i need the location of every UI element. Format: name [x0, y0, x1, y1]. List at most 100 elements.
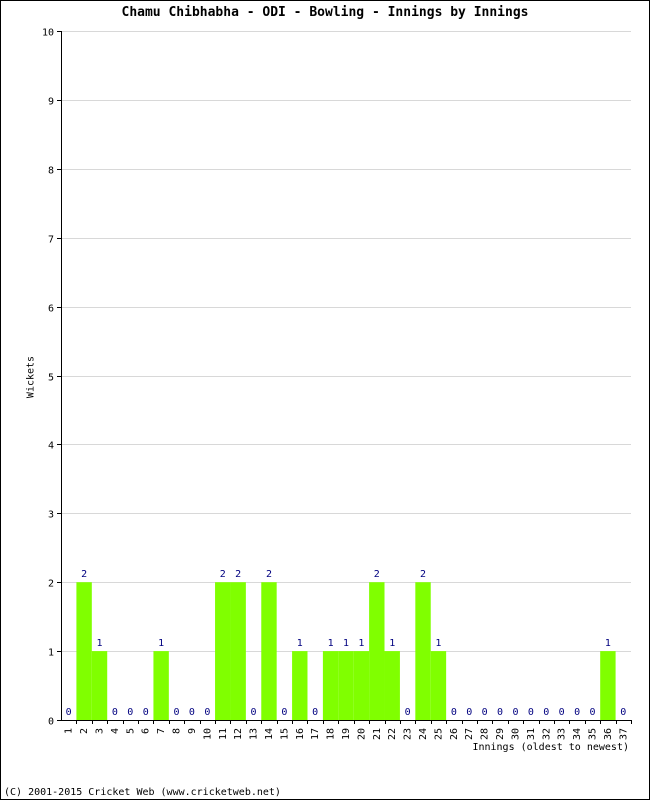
x-tick-label: 3 [95, 728, 106, 734]
bar-innings-12 [230, 582, 246, 720]
y-tick-label: 6 [48, 304, 54, 315]
value-label: 0 [66, 707, 72, 718]
value-label: 0 [543, 707, 549, 718]
bar-innings-16 [292, 651, 308, 720]
copyright-footer: (C) 2001-2015 Cricket Web (www.cricketwe… [4, 787, 281, 798]
x-axis-label: Innings (oldest to newest) [472, 742, 629, 753]
value-label: 2 [220, 569, 226, 580]
x-tick-label: 12 [233, 728, 244, 740]
y-tick-label: 7 [48, 235, 54, 246]
x-tick-label: 8 [172, 728, 183, 734]
value-label: 0 [620, 707, 626, 718]
x-tick-label: 11 [218, 728, 229, 740]
value-label: 0 [512, 707, 518, 718]
value-label: 0 [189, 707, 195, 718]
bar-innings-36 [600, 651, 616, 720]
value-label: 0 [312, 707, 318, 718]
value-label: 0 [405, 707, 411, 718]
value-label: 0 [589, 707, 595, 718]
bar-innings-2 [76, 582, 92, 720]
x-tick-label: 9 [187, 728, 198, 734]
x-tick-label: 6 [141, 728, 152, 734]
x-tick-label: 22 [387, 728, 398, 740]
y-tick-label: 0 [48, 717, 54, 728]
x-tick-label: 1 [64, 728, 75, 734]
x-tick-label: 25 [433, 728, 444, 740]
value-label: 0 [143, 707, 149, 718]
bar-innings-20 [353, 651, 370, 720]
bar-innings-24 [415, 582, 431, 720]
y-tick-label: 10 [42, 28, 54, 39]
bar-innings-18 [322, 651, 339, 720]
value-label: 1 [343, 638, 349, 649]
x-tick-label: 23 [403, 728, 414, 740]
x-tick-label: 37 [618, 728, 629, 740]
x-tick-label: 7 [156, 728, 167, 734]
x-tick-label: 17 [310, 728, 321, 740]
x-tick-label: 15 [279, 728, 290, 740]
value-label: 1 [358, 638, 364, 649]
x-tick-label: 30 [510, 728, 521, 740]
value-label: 1 [96, 638, 102, 649]
x-tick-label: 31 [526, 728, 537, 740]
value-label: 0 [574, 707, 580, 718]
bar-innings-3 [91, 651, 108, 720]
axes [57, 31, 632, 724]
x-tick-label: 33 [557, 728, 568, 740]
value-label: 0 [281, 707, 287, 718]
value-label: 0 [497, 707, 503, 718]
y-tick-label: 5 [48, 373, 54, 384]
value-label: 2 [81, 569, 87, 580]
chart-frame: Chamu Chibhabha - ODI - Bowling - Inning… [0, 0, 650, 800]
value-label: 0 [204, 707, 210, 718]
x-tick-label: 5 [125, 728, 136, 734]
value-label: 2 [235, 569, 241, 580]
bar-innings-7 [153, 651, 169, 720]
y-tick-label: 2 [48, 579, 54, 590]
y-tick-label: 1 [48, 648, 54, 659]
x-tick-labels: 1 2 3 4 5 6 7 8 9 10 11 12 13 14 15 16 17 18 19 20 21 22 23 24 2… [64, 728, 630, 740]
x-tick-label: 29 [495, 728, 506, 740]
value-label: 1 [158, 638, 164, 649]
y-tick-label: 3 [48, 510, 54, 521]
value-label: 0 [466, 707, 472, 718]
bar-innings-14 [261, 582, 277, 720]
value-label: 1 [297, 638, 303, 649]
value-label: 1 [328, 638, 334, 649]
x-tick-label: 19 [341, 728, 352, 740]
x-tick-label: 36 [603, 728, 614, 740]
value-label: 0 [528, 707, 534, 718]
value-label: 1 [435, 638, 441, 649]
x-tick-label: 26 [449, 728, 460, 740]
x-tick-label: 18 [326, 728, 337, 740]
value-label: 0 [559, 707, 565, 718]
value-label: 0 [451, 707, 457, 718]
x-tick-label: 10 [202, 728, 213, 740]
bar-innings-21 [369, 582, 385, 720]
y-tick-label: 9 [48, 97, 54, 108]
value-label: 2 [266, 569, 272, 580]
value-label: 0 [174, 707, 180, 718]
x-tick-label: 34 [572, 728, 583, 740]
bar-innings-19 [338, 651, 354, 720]
x-tick-label: 4 [110, 728, 121, 734]
x-tick-label: 28 [480, 728, 491, 740]
y-tick-labels: 0 1 2 3 4 5 6 7 8 9 10 [42, 28, 54, 728]
x-tick-label: 27 [464, 728, 475, 740]
x-tick-label: 21 [372, 728, 383, 740]
value-label: 0 [251, 707, 257, 718]
gridlines [61, 31, 631, 652]
x-tick-label: 16 [295, 728, 306, 740]
value-label: 2 [374, 569, 380, 580]
x-tick-label: 24 [418, 728, 429, 740]
x-tick-label: 13 [249, 728, 260, 740]
x-tick-label: 2 [79, 728, 90, 734]
bar-innings-11 [215, 582, 231, 720]
y-tick-label: 8 [48, 166, 54, 177]
y-tick-label: 4 [48, 441, 54, 452]
value-label: 1 [389, 638, 395, 649]
bar-innings-25 [430, 651, 447, 720]
x-tick-label: 14 [264, 728, 275, 740]
bar-innings-22 [384, 651, 400, 720]
bar-chart: 0210 0 010 0 02 2020101 1 1210210 0 0 0 0 0 0 0 0 010 12… [42, 28, 632, 753]
